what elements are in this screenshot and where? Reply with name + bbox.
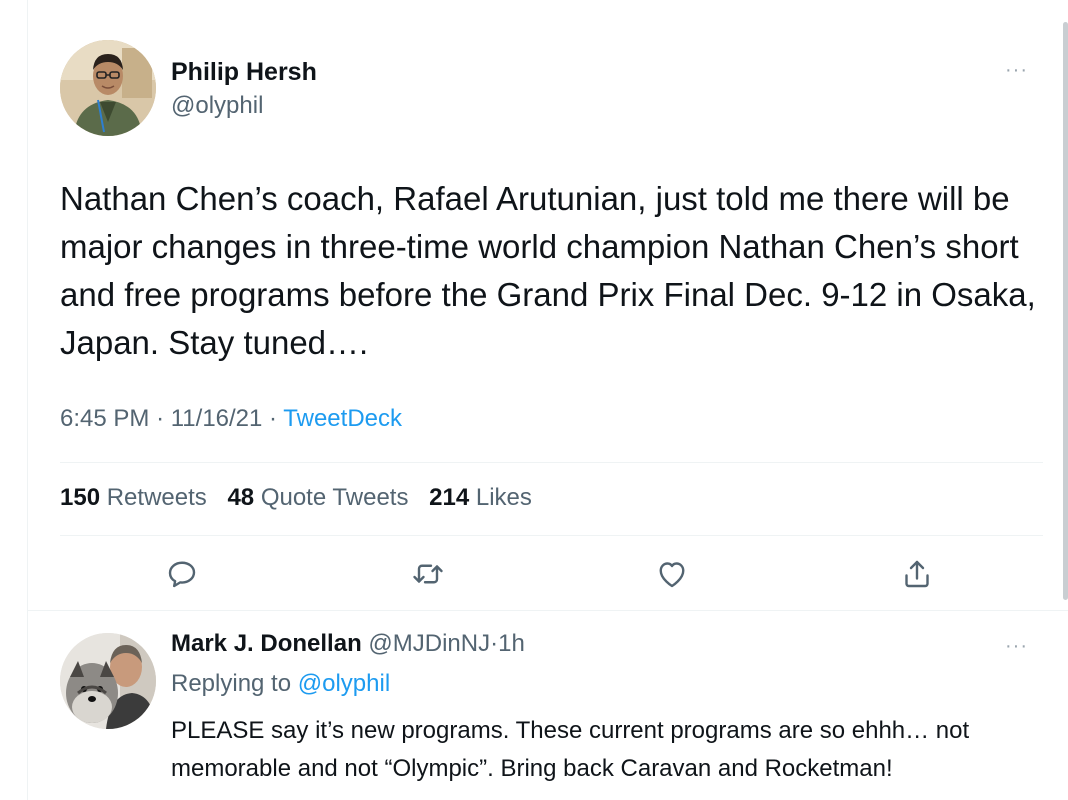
replying-to-mention[interactable]: @olyphil [298,670,390,697]
like-icon [659,562,685,588]
tweet-thread-page: Philip Hersh @olyphil ··· Nathan Chen’s … [0,0,1068,800]
quotes-count: 48 [227,484,255,511]
retweet-icon [413,564,443,584]
reply-author-handle[interactable]: @MJDinNJ [368,630,490,657]
quotes-label: Quote Tweets [260,484,409,511]
replying-to: Replying to @olyphil [171,670,390,698]
tweet-divider [28,610,1068,611]
tweet-source-link[interactable]: TweetDeck [283,405,402,432]
author-name[interactable]: Philip Hersh [171,58,317,87]
likes-count: 214 [429,484,470,511]
tweet-text: Nathan Chen’s coach, Rafael Arutunian, j… [60,180,1036,361]
share-button[interactable] [899,556,935,592]
reply-button[interactable] [164,556,200,592]
tweet-stats: 150 Retweets 48 Quote Tweets 214 Likes [60,484,546,512]
divider [60,462,1043,463]
author-handle[interactable]: @olyphil [171,92,263,120]
tweet-time[interactable]: 6:45 PM [60,405,149,432]
retweets-label: Retweets [106,484,207,511]
tweet-date[interactable]: 11/16/21 [171,405,263,432]
retweets-stat[interactable]: 150 Retweets [60,484,207,511]
more-options-icon[interactable]: ··· [1005,60,1028,80]
reply-header: Mark J. Donellan @MJDinNJ·1h [171,630,525,658]
reply-icon [168,561,196,588]
replying-to-label: Replying to [171,670,292,697]
retweet-button[interactable] [410,556,446,592]
left-column-rule [27,0,28,800]
share-icon [905,560,929,588]
meta-separator: · [269,405,278,432]
reply-author-name[interactable]: Mark J. Donellan [171,630,362,657]
like-button[interactable] [654,556,690,592]
quote-tweets-stat[interactable]: 48 Quote Tweets [227,484,408,511]
divider [60,535,1043,536]
reply-separator: · [490,630,499,657]
author-avatar[interactable] [60,40,156,136]
meta-separator: · [156,405,165,432]
likes-stat[interactable]: 214 Likes [429,484,532,511]
tweet-timestamp: 6:45 PM · 11/16/21 · TweetDeck [60,405,402,433]
retweets-count: 150 [60,484,101,511]
reply-more-options-icon[interactable]: ··· [1005,636,1028,656]
scrollbar[interactable] [1063,22,1068,600]
reply-text: PLEASE say it’s new programs. These curr… [171,717,970,782]
reply-time[interactable]: 1h [498,630,525,657]
likes-label: Likes [475,484,532,511]
reply-author-avatar[interactable] [60,633,156,729]
